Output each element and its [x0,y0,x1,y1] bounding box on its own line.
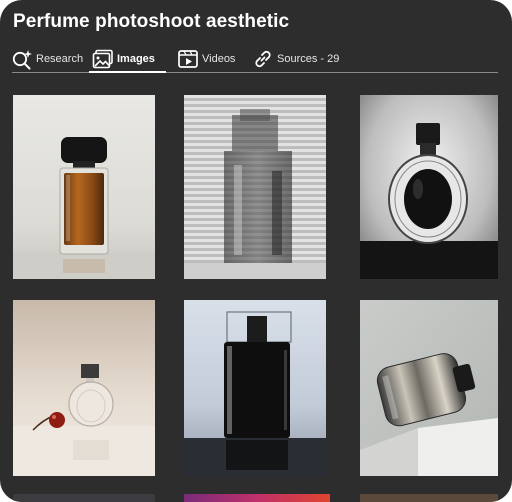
tab-sources[interactable]: Sources - 29 [252,44,339,74]
image-result-partial-2[interactable] [184,494,330,502]
perfume-results-panel: Perfume photoshoot aesthetic Research Im… [0,0,512,502]
image-result-blinds-bottle[interactable] [184,95,326,279]
image-result-round-bottle[interactable] [360,95,502,279]
link-icon [252,48,274,70]
tab-videos[interactable]: Videos [177,44,235,74]
videos-icon [177,48,199,70]
image-result-partial-3[interactable] [360,494,498,502]
tab-videos-label: Videos [202,53,236,65]
tab-images-label: Images [117,53,155,65]
image-result-partial-1[interactable] [13,494,155,502]
image-result-metal-bottle[interactable] [360,300,502,476]
image-result-cherry-bottle[interactable] [13,300,155,476]
image-result-dark-bottle[interactable] [184,300,326,476]
tab-images[interactable]: Images [92,44,155,74]
tab-research[interactable]: Research [11,44,83,74]
image-result-amber-bottle[interactable] [13,95,155,279]
tab-sources-label: Sources - 29 [277,53,340,65]
research-sparkle-icon [11,48,33,70]
tabs-divider [12,72,498,73]
active-tab-indicator [89,71,166,73]
tab-research-label: Research [36,53,84,65]
page-title: Perfume photoshoot aesthetic [13,11,290,32]
images-icon [92,48,114,70]
